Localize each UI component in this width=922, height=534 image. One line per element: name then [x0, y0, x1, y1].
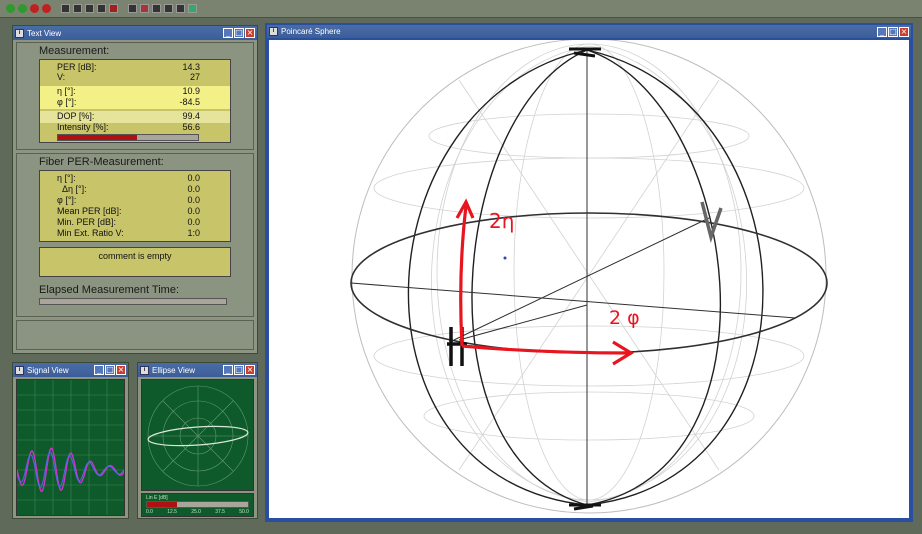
close-button[interactable]: ×: [245, 28, 255, 38]
poincare-sphere-svg: 2η 2 φ: [350, 38, 828, 514]
maximize-button[interactable]: □: [234, 365, 244, 375]
phi-arrow: [461, 340, 635, 366]
eta-label: 2η: [489, 209, 514, 233]
state-point: [503, 256, 507, 260]
stop-icon[interactable]: [30, 4, 39, 13]
ellipse-view-title: Ellipse View: [152, 365, 195, 375]
text-view-title: Text View: [27, 28, 62, 38]
text-view-window: i Text View _ □ × Measurement: PER [dB]:…: [12, 25, 258, 354]
save-icon[interactable]: [85, 4, 94, 13]
sphere-axes: [350, 50, 797, 505]
fiber-values-box: η [°]: 0.0 Δη [°]: 0.0 φ [°]: 0.0 Mean P…: [39, 170, 231, 242]
sphere-equator: [350, 212, 828, 354]
poincare-title: Poincaré Sphere: [281, 27, 341, 36]
mail-icon[interactable]: [73, 4, 82, 13]
row-intensity: Intensity [%]: 56.6: [57, 122, 200, 132]
record-icon[interactable]: [42, 4, 51, 13]
export-icon[interactable]: [109, 4, 118, 13]
minimize-button[interactable]: _: [877, 26, 887, 37]
window-icon: i: [15, 28, 24, 38]
minimize-button[interactable]: _: [94, 365, 104, 375]
play-icon[interactable]: [18, 4, 27, 13]
minimize-button[interactable]: _: [223, 365, 233, 375]
v-marker-icon: [700, 201, 723, 244]
elapsed-time-title: Elapsed Measurement Time:: [39, 284, 180, 296]
open-icon[interactable]: [61, 4, 70, 13]
row-v: V: 27: [57, 72, 200, 82]
status-panel: [16, 320, 254, 350]
maximize-button[interactable]: □: [234, 28, 244, 38]
poincare-canvas[interactable]: 2η 2 φ: [269, 38, 909, 518]
fiber-per-panel: Fiber PER-Measurement: η [°]: 0.0 Δη [°]…: [16, 153, 254, 317]
poincare-window: i Poincaré Sphere _ □ × 2η 2 φ: [265, 23, 913, 522]
grid-icon[interactable]: [152, 4, 161, 13]
ellipse-bar-area: Lin E [dB] 0.0 12.5 25.0 37.5 50.0: [141, 493, 254, 517]
poincare-titlebar[interactable]: i Poincaré Sphere _ □ ×: [267, 25, 911, 38]
ellipse-view-titlebar[interactable]: i Ellipse View _ □ ×: [138, 363, 257, 377]
signal-view-titlebar[interactable]: i Signal View _ □ ×: [13, 363, 128, 377]
wizard-icon[interactable]: [188, 4, 197, 13]
maximize-button[interactable]: □: [888, 26, 898, 37]
elapsed-time-bar: [39, 298, 227, 305]
row-phi: φ [°]: -84.5: [40, 97, 230, 109]
sphere-outline: [351, 38, 827, 514]
intensity-bar-fill: [58, 135, 138, 140]
close-button[interactable]: ×: [245, 365, 255, 375]
ellipse-plot-svg: [147, 385, 249, 487]
measurement-panel: Measurement: PER [dB]: 14.3 V: 27 η [°]:…: [16, 42, 254, 150]
signal-plot-svg: [17, 380, 124, 515]
window-icon: i: [15, 365, 24, 375]
window-icon: i: [140, 365, 149, 375]
ellipse-bar-ticks: 0.0 12.5 25.0 37.5 50.0: [146, 509, 249, 515]
signal-view-window: i Signal View _ □ ×: [12, 362, 129, 519]
main-toolbar: [0, 0, 922, 18]
run-icon[interactable]: [6, 4, 15, 13]
text-view-titlebar[interactable]: i Text View _ □ ×: [13, 26, 257, 40]
close-button[interactable]: ×: [899, 26, 909, 37]
window-icon: i: [269, 27, 278, 36]
ellipse-view-window: i Ellipse View _ □ × Lin E [dB] 0.0 12.5…: [137, 362, 258, 519]
phi-label: 2 φ: [609, 307, 640, 329]
ellipse-bar: [146, 501, 249, 508]
calibrate-icon[interactable]: [140, 4, 149, 13]
sphere-grid: [373, 43, 805, 503]
maximize-button[interactable]: □: [105, 365, 115, 375]
measurement-title: Measurement:: [39, 45, 110, 57]
signal-plot: [16, 379, 125, 516]
signal-view-title: Signal View: [27, 365, 69, 375]
close-button[interactable]: ×: [116, 365, 126, 375]
tile-icon[interactable]: [164, 4, 173, 13]
config-icon[interactable]: [128, 4, 137, 13]
minimize-button[interactable]: _: [223, 28, 233, 38]
measurement-values-box: PER [dB]: 14.3 V: 27 η [°]: 10.9 φ [°]: …: [39, 59, 231, 143]
ellipse-plot: [141, 379, 254, 491]
fiber-row-ext-ratio: Min Ext. Ratio V: 1:0: [57, 228, 200, 238]
comment-box[interactable]: comment is empty: [39, 247, 231, 277]
save-as-icon[interactable]: [97, 4, 106, 13]
intensity-bar: [57, 134, 199, 141]
window-icon[interactable]: [176, 4, 185, 13]
ellipse-bar-fill: [147, 502, 178, 507]
fiber-per-title: Fiber PER-Measurement:: [39, 156, 164, 168]
